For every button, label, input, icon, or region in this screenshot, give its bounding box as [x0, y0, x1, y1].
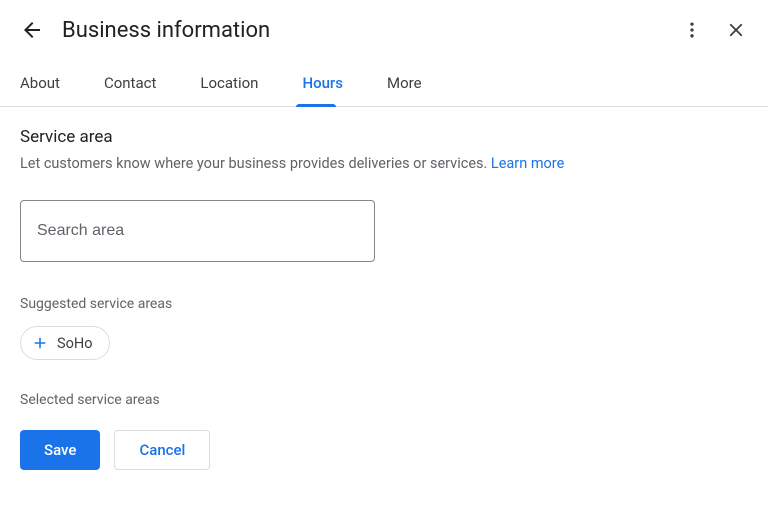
close-icon[interactable]	[724, 18, 748, 42]
tabs: About Contact Location Hours More	[0, 60, 768, 107]
section-description: Let customers know where your business p…	[20, 155, 748, 172]
section-desc-text: Let customers know where your business p…	[20, 155, 491, 172]
tab-location[interactable]: Location	[194, 60, 278, 106]
more-vert-icon[interactable]	[680, 18, 704, 42]
search-area-input[interactable]	[37, 222, 358, 240]
page-title: Business information	[62, 18, 680, 43]
search-area-box[interactable]	[20, 200, 375, 262]
tab-contact[interactable]: Contact	[98, 60, 176, 106]
selected-areas-label: Selected service areas	[20, 392, 748, 408]
suggested-areas-label: Suggested service areas	[20, 296, 748, 312]
header: Business information	[0, 0, 768, 60]
plus-icon	[31, 334, 49, 352]
chip-label: SoHo	[57, 335, 93, 352]
tab-about[interactable]: About	[14, 60, 80, 106]
content: Service area Let customers know where yo…	[0, 107, 768, 490]
header-actions	[680, 18, 748, 42]
suggested-chip-soho[interactable]: SoHo	[20, 326, 110, 360]
section-title: Service area	[20, 127, 748, 147]
tab-hours[interactable]: Hours	[296, 60, 363, 106]
save-button[interactable]: Save	[20, 430, 100, 470]
tab-more[interactable]: More	[381, 60, 442, 106]
button-row: Save Cancel	[20, 430, 748, 470]
back-arrow-icon[interactable]	[20, 18, 44, 42]
cancel-button[interactable]: Cancel	[114, 430, 210, 470]
learn-more-link[interactable]: Learn more	[491, 155, 564, 172]
